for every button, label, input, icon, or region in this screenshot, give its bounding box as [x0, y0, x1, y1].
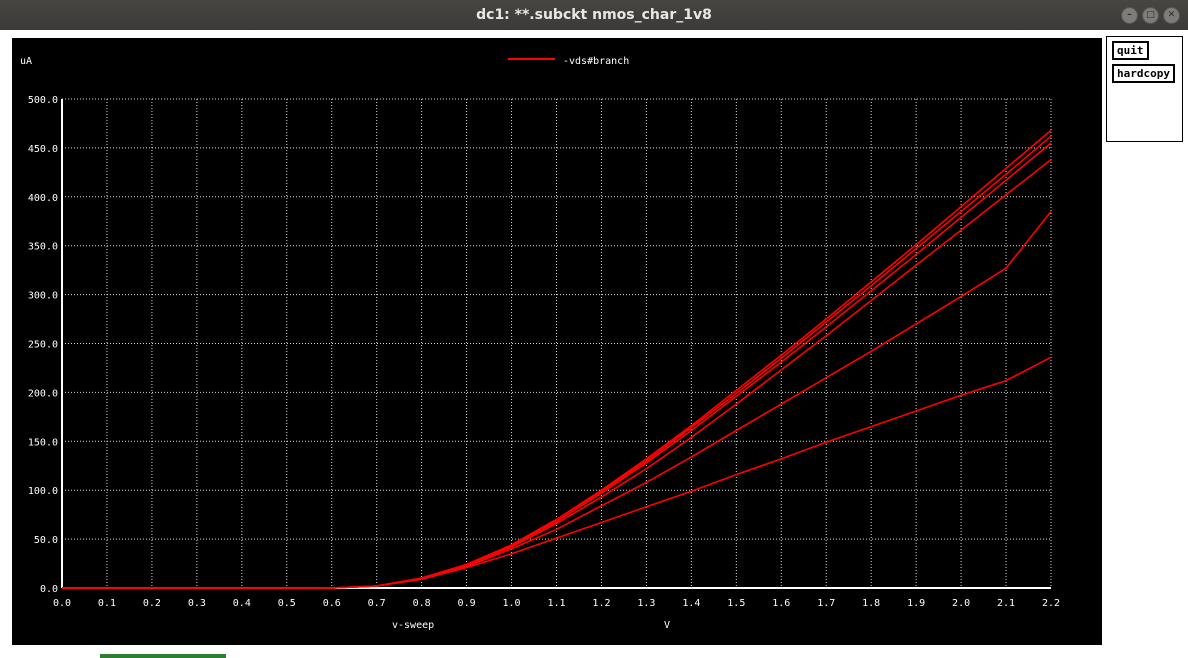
x-tick-label: 1.7: [817, 598, 835, 609]
y-tick-label: 200.0: [28, 388, 58, 399]
x-tick-label: 2.2: [1042, 598, 1060, 609]
x-tick-label: 2.0: [952, 598, 970, 609]
hardcopy-button[interactable]: hardcopy: [1112, 64, 1175, 83]
series-line: [62, 142, 1052, 589]
taskbar-indicator: [100, 654, 226, 658]
x-tick-label: 0.0: [53, 598, 71, 609]
quit-button[interactable]: quit: [1112, 41, 1149, 60]
series-line: [62, 158, 1052, 589]
axis-layer: 0.0 0.1 0.2 0.3 0.4 0.5 0.6 0.7 0.8 0.9 1.0 1.1 1.2 1…: [28, 95, 1060, 609]
y-tick-label: 450.0: [28, 144, 58, 155]
maximize-icon[interactable]: □: [1142, 7, 1159, 24]
x-tick-label: 2.1: [997, 598, 1015, 609]
series-line: [62, 135, 1052, 589]
legend-label: -vds#branch: [563, 56, 629, 67]
x-tick-label: 0.6: [323, 598, 341, 609]
series-line: [62, 356, 1052, 589]
plot-area[interactable]: 0.0 0.1 0.2 0.3 0.4 0.5 0.6 0.7 0.8 0.9 1.0 1.1 1.2 1…: [12, 38, 1102, 645]
y-tick-label: 50.0: [34, 535, 58, 546]
window-title: dc1: **.subckt nmos_char_1v8: [476, 7, 712, 23]
button-panel: quit hardcopy: [1106, 36, 1183, 142]
y-tick-label: 300.0: [28, 291, 58, 302]
x-tick-label: 0.2: [143, 598, 161, 609]
grid-layer: [62, 98, 1052, 588]
x-tick-label: 0.1: [98, 598, 116, 609]
x-tick-label: 1.0: [503, 598, 521, 609]
x-tick-label: 1.1: [547, 598, 565, 609]
chart-svg: 0.0 0.1 0.2 0.3 0.4 0.5 0.6 0.7 0.8 0.9 1.0 1.1 1.2 1…: [20, 56, 1060, 631]
x-tick-label: 1.3: [637, 598, 655, 609]
x-tick-label: 0.4: [233, 598, 251, 609]
close-icon[interactable]: ✕: [1163, 7, 1180, 24]
x-tick-label: 0.9: [458, 598, 476, 609]
y-tick-label: 100.0: [28, 486, 58, 497]
x-tick-label: 1.2: [592, 598, 610, 609]
window-controls: – □ ✕: [1121, 7, 1180, 24]
x-tick-label: 1.4: [682, 598, 700, 609]
y-axis-label: uA: [20, 56, 32, 67]
minimize-icon[interactable]: –: [1121, 7, 1138, 24]
window-titlebar: dc1: **.subckt nmos_char_1v8 – □ ✕: [0, 0, 1188, 30]
y-tick-label: 0.0: [40, 584, 58, 595]
x-axis-label: v-sweep: [392, 620, 434, 631]
x-tick-label: 1.5: [727, 598, 745, 609]
x-tick-label: 1.9: [907, 598, 925, 609]
x-axis-unit: V: [664, 620, 670, 631]
y-tick-label: 400.0: [28, 193, 58, 204]
y-tick-label: 150.0: [28, 437, 58, 448]
y-tick-label: 500.0: [28, 95, 58, 106]
x-tick-label: 0.3: [188, 598, 206, 609]
window-client-area: 0.0 0.1 0.2 0.3 0.4 0.5 0.6 0.7 0.8 0.9 1.0 1.1 1.2 1…: [0, 30, 1188, 658]
x-tick-label: 0.7: [368, 598, 386, 609]
x-tick-label: 1.8: [862, 598, 880, 609]
y-tick-label: 350.0: [28, 242, 58, 253]
x-tick-label: 0.5: [278, 598, 296, 609]
y-tick-label: 250.0: [28, 340, 58, 351]
x-tick-label: 1.6: [772, 598, 790, 609]
x-tick-label: 0.8: [413, 598, 431, 609]
